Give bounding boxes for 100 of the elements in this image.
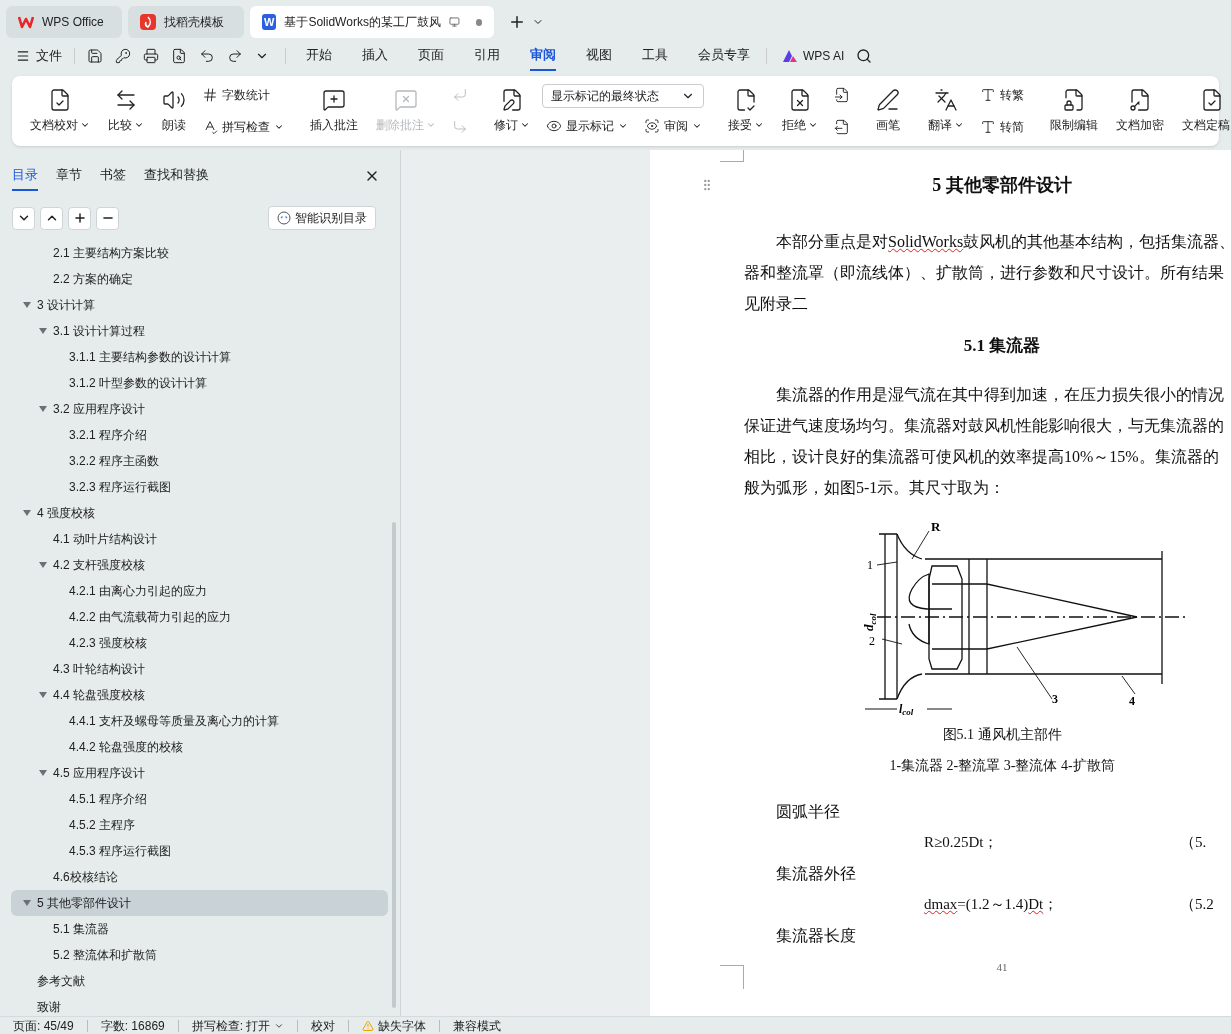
- panel-tab[interactable]: 目录: [12, 161, 38, 191]
- ribbon-tab[interactable]: 审阅: [530, 41, 556, 71]
- redo-icon[interactable]: [227, 48, 243, 64]
- toc-item[interactable]: 5.1 集流器: [11, 916, 388, 942]
- toc-item[interactable]: 2.1 主要结构方案比较: [11, 240, 388, 266]
- toc-item[interactable]: 4.5 应用程序设计: [11, 760, 388, 786]
- status-item[interactable]: 页面: 45/49: [0, 1016, 87, 1034]
- toc-item[interactable]: 5.2 整流体和扩散筒: [11, 942, 388, 968]
- add-level-button[interactable]: [68, 206, 91, 230]
- panel-tab[interactable]: 书签: [100, 161, 126, 191]
- status-item[interactable]: 校对: [298, 1016, 349, 1034]
- toc-item[interactable]: 4.2.3 强度校核: [11, 630, 388, 656]
- status-item[interactable]: 缺失字体: [349, 1016, 440, 1034]
- printer-icon[interactable]: [143, 48, 159, 64]
- toc-item[interactable]: 4.4.2 轮盘强度的校核: [11, 734, 388, 760]
- ribbon-tab[interactable]: 引用: [474, 41, 500, 71]
- undo-icon[interactable]: [199, 48, 215, 64]
- toc-item[interactable]: 2.2 方案的确定: [11, 266, 388, 292]
- plus-icon: [72, 211, 87, 225]
- ribbon-button[interactable]: 拼写检查: [198, 115, 288, 139]
- expand-button[interactable]: [40, 206, 63, 230]
- toc-item[interactable]: 参考文献: [11, 968, 388, 994]
- toc-item[interactable]: 3 设计计算: [11, 292, 388, 318]
- ribbon-button[interactable]: 拒绝: [776, 84, 824, 138]
- toc-item[interactable]: 4.2.1 由离心力引起的应力: [11, 578, 388, 604]
- markup-state-select[interactable]: 显示标记的最终状态: [542, 84, 704, 108]
- status-item[interactable]: 兼容模式: [440, 1016, 515, 1034]
- ribbon-tab[interactable]: 开始: [306, 41, 332, 71]
- file-menu[interactable]: 文件: [16, 46, 62, 66]
- smart-toc-button[interactable]: 智能识别目录: [268, 206, 376, 230]
- ribbon-button[interactable]: 翻译: [922, 84, 970, 138]
- speaker-icon: [162, 88, 186, 112]
- ribbon-button[interactable]: 审阅: [640, 114, 706, 138]
- print-preview-icon[interactable]: [171, 48, 187, 64]
- toc-item[interactable]: 3.1.2 叶型参数的设计计算: [11, 370, 388, 396]
- ribbon-button[interactable]: 转简: [976, 115, 1028, 139]
- save-icon[interactable]: [87, 48, 103, 64]
- equation-number: （5.: [1180, 833, 1207, 852]
- caret-down-icon: [23, 899, 31, 907]
- status-item[interactable]: 拼写检查: 打开: [178, 1016, 298, 1034]
- ribbon-button[interactable]: 插入批注: [304, 84, 364, 138]
- document-tab[interactable]: W 基于SolidWorks的某工厂鼓风: [250, 6, 494, 38]
- toc-item[interactable]: 3.2 应用程序设计: [11, 396, 388, 422]
- toc-item[interactable]: 3.2.3 程序运行截图: [11, 474, 388, 500]
- ribbon-tab[interactable]: 页面: [418, 41, 444, 71]
- toc-item[interactable]: 3.1.1 主要结构参数的设计计算: [11, 344, 388, 370]
- writer-logo-icon: W: [262, 14, 277, 30]
- ribbon-button[interactable]: 接受: [722, 84, 770, 138]
- toc-item[interactable]: 4.2.2 由气流载荷力引起的应力: [11, 604, 388, 630]
- toc-item[interactable]: 3.2.1 程序介绍: [11, 422, 388, 448]
- toc-item[interactable]: 3.2.2 程序主函数: [11, 448, 388, 474]
- toc-item[interactable]: 4 强度校核: [11, 500, 388, 526]
- toc-item[interactable]: 4.5.1 程序介绍: [11, 786, 388, 812]
- ribbon-tab[interactable]: 会员专享: [698, 41, 750, 71]
- caret-down-icon: [39, 405, 47, 413]
- ribbon-button[interactable]: 字数统计: [198, 83, 288, 107]
- toc-item[interactable]: 4.5.3 程序运行截图: [11, 838, 388, 864]
- collapse-button[interactable]: [12, 206, 35, 230]
- formula: dmax=(1.2～1.4)Dt；: [924, 895, 1059, 914]
- ribbon-tab[interactable]: 插入: [362, 41, 388, 71]
- status-item[interactable]: 字数: 16869: [87, 1016, 178, 1034]
- subsection-heading: 5.1 集流器: [963, 335, 1041, 357]
- search-icon[interactable]: [856, 48, 873, 64]
- toc-item[interactable]: 4.6校核结论: [11, 864, 388, 890]
- document-tab[interactable]: WPS Office: [6, 6, 122, 38]
- document-tab[interactable]: 找稻壳模板: [128, 6, 244, 38]
- ribbon-button[interactable]: 限制编辑: [1044, 84, 1104, 138]
- panel-tab[interactable]: 章节: [56, 161, 82, 191]
- ribbon-button[interactable]: 显示标记: [542, 114, 632, 138]
- toc-item[interactable]: 4.2 支杆强度校核: [11, 552, 388, 578]
- toc-item[interactable]: 4.1 动叶片结构设计: [11, 526, 388, 552]
- ribbon-button[interactable]: 比较: [102, 84, 150, 138]
- toc-item[interactable]: 4.4.1 支杆及螺母等质量及离心力的计算: [11, 708, 388, 734]
- toc-item[interactable]: 3.1 设计计算过程: [11, 318, 388, 344]
- toc-item[interactable]: 致谢: [11, 994, 388, 1016]
- caret-icon: [80, 120, 90, 130]
- toc-item[interactable]: 4.3 叶轮结构设计: [11, 656, 388, 682]
- ribbon-button[interactable]: 修订: [488, 84, 536, 138]
- ribbon-button[interactable]: 画笔: [870, 84, 906, 138]
- smart-icon: [277, 211, 291, 225]
- ribbon-button[interactable]: 文档加密: [1110, 84, 1170, 138]
- panel-tab[interactable]: 查找和替换: [144, 161, 209, 191]
- equation-number: （5.2: [1180, 895, 1214, 914]
- caret-down-icon: [39, 327, 47, 335]
- new-tab-icon[interactable]: [508, 13, 526, 31]
- ribbon-tab[interactable]: 工具: [642, 41, 668, 71]
- toc-item[interactable]: 4.5.2 主程序: [11, 812, 388, 838]
- remove-level-button[interactable]: [96, 206, 119, 230]
- ribbon-button[interactable]: 朗读: [156, 84, 192, 138]
- toc-item[interactable]: 4.4 轮盘强度校核: [11, 682, 388, 708]
- docer-logo-icon: [140, 14, 156, 30]
- ribbon-button[interactable]: 文档定稿: [1176, 84, 1231, 138]
- ribbon-button[interactable]: 转繁: [976, 83, 1028, 107]
- document-lock-icon: [1062, 88, 1086, 112]
- wps-ai-button[interactable]: WPS AI: [783, 47, 845, 65]
- ribbon-button[interactable]: 文档校对: [24, 84, 96, 138]
- key-icon[interactable]: [115, 48, 131, 64]
- caret-down-icon: [39, 769, 47, 777]
- toc-item[interactable]: 5 其他零部件设计: [11, 890, 388, 916]
- ribbon-tab[interactable]: 视图: [586, 41, 612, 71]
